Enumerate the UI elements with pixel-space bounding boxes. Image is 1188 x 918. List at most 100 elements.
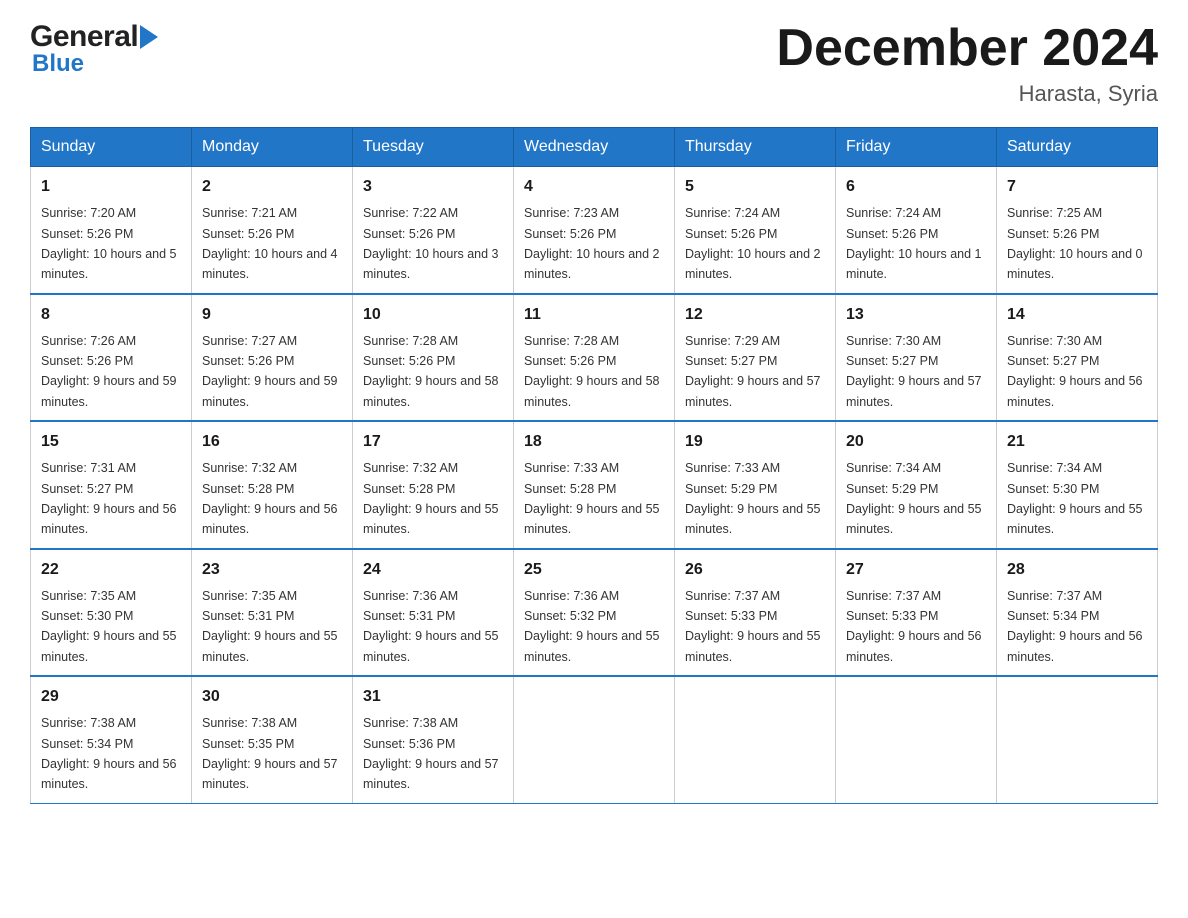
- empty-cell: [836, 676, 997, 803]
- logo-arrow-icon: [140, 25, 158, 49]
- day-number: 8: [41, 303, 181, 327]
- day-number: 12: [685, 303, 825, 327]
- day-cell-2: 2 Sunrise: 7:21 AMSunset: 5:26 PMDayligh…: [192, 167, 353, 294]
- day-number: 27: [846, 558, 986, 582]
- day-number: 2: [202, 175, 342, 199]
- day-info: Sunrise: 7:25 AMSunset: 5:26 PMDaylight:…: [1007, 206, 1143, 281]
- days-of-week-row: SundayMondayTuesdayWednesdayThursdayFrid…: [31, 128, 1158, 167]
- day-number: 26: [685, 558, 825, 582]
- day-cell-5: 5 Sunrise: 7:24 AMSunset: 5:26 PMDayligh…: [675, 167, 836, 294]
- day-number: 31: [363, 685, 503, 709]
- day-info: Sunrise: 7:32 AMSunset: 5:28 PMDaylight:…: [363, 461, 499, 536]
- day-info: Sunrise: 7:34 AMSunset: 5:29 PMDaylight:…: [846, 461, 982, 536]
- day-number: 25: [524, 558, 664, 582]
- day-number: 3: [363, 175, 503, 199]
- day-number: 22: [41, 558, 181, 582]
- day-header-tuesday: Tuesday: [353, 128, 514, 167]
- day-cell-9: 9 Sunrise: 7:27 AMSunset: 5:26 PMDayligh…: [192, 294, 353, 422]
- day-cell-23: 23 Sunrise: 7:35 AMSunset: 5:31 PMDaylig…: [192, 549, 353, 677]
- day-cell-28: 28 Sunrise: 7:37 AMSunset: 5:34 PMDaylig…: [997, 549, 1158, 677]
- title-area: December 2024 Harasta, Syria: [776, 20, 1158, 107]
- day-info: Sunrise: 7:37 AMSunset: 5:33 PMDaylight:…: [685, 589, 821, 664]
- empty-cell: [675, 676, 836, 803]
- day-cell-1: 1 Sunrise: 7:20 AMSunset: 5:26 PMDayligh…: [31, 167, 192, 294]
- day-info: Sunrise: 7:20 AMSunset: 5:26 PMDaylight:…: [41, 206, 177, 281]
- day-info: Sunrise: 7:30 AMSunset: 5:27 PMDaylight:…: [846, 334, 982, 409]
- day-cell-24: 24 Sunrise: 7:36 AMSunset: 5:31 PMDaylig…: [353, 549, 514, 677]
- day-cell-18: 18 Sunrise: 7:33 AMSunset: 5:28 PMDaylig…: [514, 421, 675, 549]
- day-number: 24: [363, 558, 503, 582]
- day-number: 18: [524, 430, 664, 454]
- day-cell-21: 21 Sunrise: 7:34 AMSunset: 5:30 PMDaylig…: [997, 421, 1158, 549]
- day-info: Sunrise: 7:36 AMSunset: 5:32 PMDaylight:…: [524, 589, 660, 664]
- page-header: General Blue December 2024 Harasta, Syri…: [30, 20, 1158, 107]
- day-number: 20: [846, 430, 986, 454]
- day-cell-6: 6 Sunrise: 7:24 AMSunset: 5:26 PMDayligh…: [836, 167, 997, 294]
- day-info: Sunrise: 7:37 AMSunset: 5:33 PMDaylight:…: [846, 589, 982, 664]
- main-title: December 2024: [776, 20, 1158, 77]
- day-header-wednesday: Wednesday: [514, 128, 675, 167]
- day-cell-8: 8 Sunrise: 7:26 AMSunset: 5:26 PMDayligh…: [31, 294, 192, 422]
- calendar-table: SundayMondayTuesdayWednesdayThursdayFrid…: [30, 127, 1158, 804]
- day-cell-10: 10 Sunrise: 7:28 AMSunset: 5:26 PMDaylig…: [353, 294, 514, 422]
- day-cell-26: 26 Sunrise: 7:37 AMSunset: 5:33 PMDaylig…: [675, 549, 836, 677]
- day-info: Sunrise: 7:24 AMSunset: 5:26 PMDaylight:…: [685, 206, 821, 281]
- day-number: 30: [202, 685, 342, 709]
- day-cell-15: 15 Sunrise: 7:31 AMSunset: 5:27 PMDaylig…: [31, 421, 192, 549]
- day-cell-31: 31 Sunrise: 7:38 AMSunset: 5:36 PMDaylig…: [353, 676, 514, 803]
- day-number: 6: [846, 175, 986, 199]
- day-cell-19: 19 Sunrise: 7:33 AMSunset: 5:29 PMDaylig…: [675, 421, 836, 549]
- day-info: Sunrise: 7:28 AMSunset: 5:26 PMDaylight:…: [363, 334, 499, 409]
- logo-blue-text: Blue: [32, 50, 84, 78]
- day-info: Sunrise: 7:35 AMSunset: 5:30 PMDaylight:…: [41, 589, 177, 664]
- day-info: Sunrise: 7:35 AMSunset: 5:31 PMDaylight:…: [202, 589, 338, 664]
- day-cell-13: 13 Sunrise: 7:30 AMSunset: 5:27 PMDaylig…: [836, 294, 997, 422]
- day-info: Sunrise: 7:38 AMSunset: 5:35 PMDaylight:…: [202, 716, 338, 791]
- day-cell-22: 22 Sunrise: 7:35 AMSunset: 5:30 PMDaylig…: [31, 549, 192, 677]
- day-number: 1: [41, 175, 181, 199]
- day-info: Sunrise: 7:34 AMSunset: 5:30 PMDaylight:…: [1007, 461, 1143, 536]
- day-cell-17: 17 Sunrise: 7:32 AMSunset: 5:28 PMDaylig…: [353, 421, 514, 549]
- day-cell-11: 11 Sunrise: 7:28 AMSunset: 5:26 PMDaylig…: [514, 294, 675, 422]
- day-number: 29: [41, 685, 181, 709]
- logo: General Blue: [30, 20, 158, 78]
- day-cell-25: 25 Sunrise: 7:36 AMSunset: 5:32 PMDaylig…: [514, 549, 675, 677]
- day-cell-27: 27 Sunrise: 7:37 AMSunset: 5:33 PMDaylig…: [836, 549, 997, 677]
- day-number: 14: [1007, 303, 1147, 327]
- day-number: 16: [202, 430, 342, 454]
- week-row-1: 1 Sunrise: 7:20 AMSunset: 5:26 PMDayligh…: [31, 167, 1158, 294]
- day-cell-12: 12 Sunrise: 7:29 AMSunset: 5:27 PMDaylig…: [675, 294, 836, 422]
- day-number: 7: [1007, 175, 1147, 199]
- day-info: Sunrise: 7:31 AMSunset: 5:27 PMDaylight:…: [41, 461, 177, 536]
- day-number: 4: [524, 175, 664, 199]
- day-info: Sunrise: 7:37 AMSunset: 5:34 PMDaylight:…: [1007, 589, 1143, 664]
- day-number: 9: [202, 303, 342, 327]
- day-cell-16: 16 Sunrise: 7:32 AMSunset: 5:28 PMDaylig…: [192, 421, 353, 549]
- day-info: Sunrise: 7:27 AMSunset: 5:26 PMDaylight:…: [202, 334, 338, 409]
- day-number: 23: [202, 558, 342, 582]
- day-cell-20: 20 Sunrise: 7:34 AMSunset: 5:29 PMDaylig…: [836, 421, 997, 549]
- calendar-header: SundayMondayTuesdayWednesdayThursdayFrid…: [31, 128, 1158, 167]
- day-cell-29: 29 Sunrise: 7:38 AMSunset: 5:34 PMDaylig…: [31, 676, 192, 803]
- day-number: 5: [685, 175, 825, 199]
- day-number: 19: [685, 430, 825, 454]
- week-row-2: 8 Sunrise: 7:26 AMSunset: 5:26 PMDayligh…: [31, 294, 1158, 422]
- day-header-friday: Friday: [836, 128, 997, 167]
- day-header-saturday: Saturday: [997, 128, 1158, 167]
- day-info: Sunrise: 7:26 AMSunset: 5:26 PMDaylight:…: [41, 334, 177, 409]
- day-info: Sunrise: 7:38 AMSunset: 5:36 PMDaylight:…: [363, 716, 499, 791]
- day-info: Sunrise: 7:38 AMSunset: 5:34 PMDaylight:…: [41, 716, 177, 791]
- day-header-sunday: Sunday: [31, 128, 192, 167]
- day-number: 15: [41, 430, 181, 454]
- day-info: Sunrise: 7:29 AMSunset: 5:27 PMDaylight:…: [685, 334, 821, 409]
- day-info: Sunrise: 7:21 AMSunset: 5:26 PMDaylight:…: [202, 206, 338, 281]
- day-number: 10: [363, 303, 503, 327]
- day-info: Sunrise: 7:30 AMSunset: 5:27 PMDaylight:…: [1007, 334, 1143, 409]
- day-cell-7: 7 Sunrise: 7:25 AMSunset: 5:26 PMDayligh…: [997, 167, 1158, 294]
- day-info: Sunrise: 7:32 AMSunset: 5:28 PMDaylight:…: [202, 461, 338, 536]
- day-number: 28: [1007, 558, 1147, 582]
- day-number: 11: [524, 303, 664, 327]
- day-number: 13: [846, 303, 986, 327]
- day-cell-4: 4 Sunrise: 7:23 AMSunset: 5:26 PMDayligh…: [514, 167, 675, 294]
- day-info: Sunrise: 7:33 AMSunset: 5:29 PMDaylight:…: [685, 461, 821, 536]
